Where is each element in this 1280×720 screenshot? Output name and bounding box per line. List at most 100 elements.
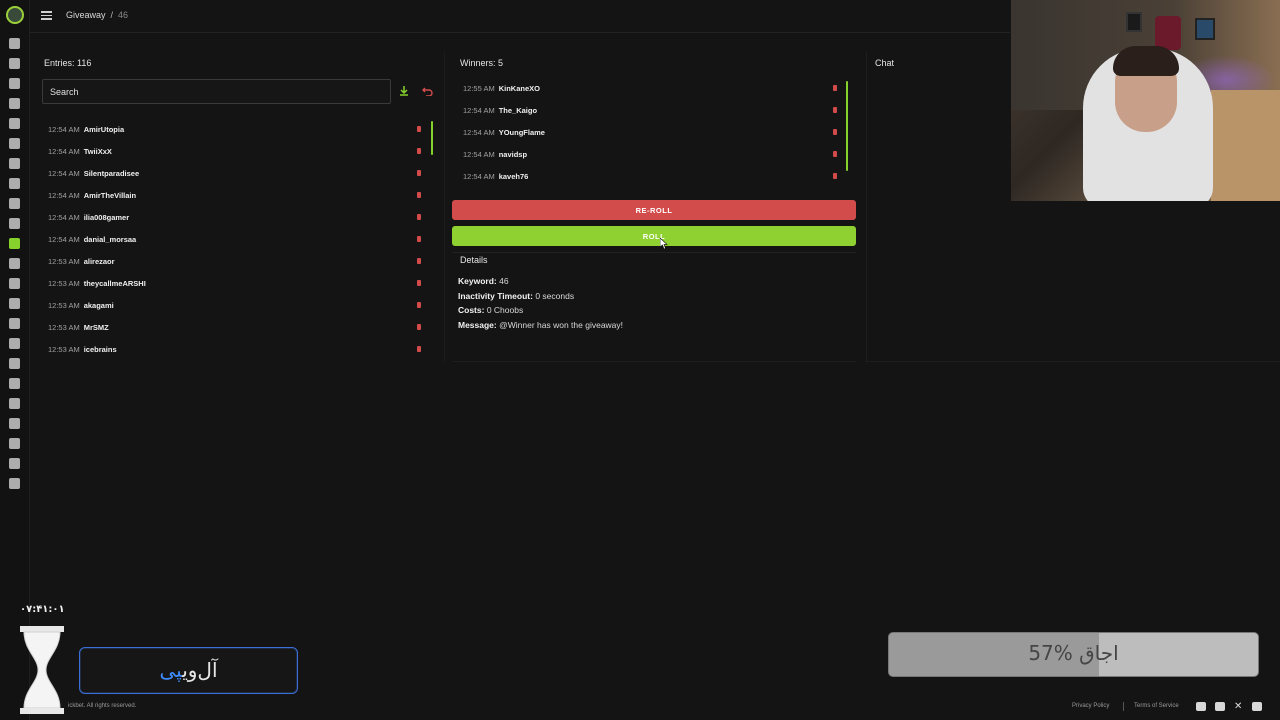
winner-time: 12:54 AM [463, 171, 495, 181]
detail-costs-label: Costs: [458, 305, 485, 315]
gift-icon[interactable] [9, 238, 20, 249]
detail-message: Message: @Winner has won the giveaway! [458, 320, 623, 330]
entries-list: 12:54 AM AmirUtopia 12:54 AM TwiiXxX 12:54… [48, 118, 428, 360]
emoji-icon[interactable] [9, 358, 20, 369]
delete-icon[interactable] [833, 107, 837, 113]
hourglass-icon [20, 626, 64, 714]
delete-icon[interactable] [417, 192, 421, 198]
list-item: 12:53 AM alirezaor [48, 250, 428, 272]
monitor-icon[interactable] [9, 418, 20, 429]
search-icon[interactable] [9, 438, 20, 449]
breadcrumb: Giveaway / 46 [66, 10, 128, 20]
app-logo-icon[interactable] [6, 6, 24, 24]
terms-link[interactable]: Terms of Service [1134, 703, 1179, 709]
x-icon[interactable]: ✕ [1234, 702, 1244, 712]
entry-time: 12:53 AM [48, 300, 80, 310]
entry-time: 12:54 AM [48, 168, 80, 178]
list-item: 12:54 AM Silentparadisee [48, 162, 428, 184]
box-icon[interactable] [9, 338, 20, 349]
winner-time: 12:54 AM [463, 149, 495, 159]
delete-icon[interactable] [833, 173, 837, 179]
entry-time: 12:54 AM [48, 124, 80, 134]
delete-icon[interactable] [417, 346, 421, 352]
star-icon[interactable] [9, 218, 20, 229]
undo-icon[interactable] [422, 86, 433, 96]
stats-icon[interactable] [9, 298, 20, 309]
detail-keyword-label: Keyword: [458, 276, 497, 286]
delete-icon[interactable] [833, 129, 837, 135]
document-icon[interactable] [9, 58, 20, 69]
entry-name: danial_morsaa [83, 234, 137, 244]
detail-costs: Costs: 0 Choobs [458, 305, 523, 315]
clock-icon[interactable] [9, 138, 20, 149]
detail-costs-value: 0 Choobs [484, 305, 524, 315]
delete-icon[interactable] [417, 148, 421, 154]
download-icon[interactable] [399, 86, 409, 96]
stream-timer: ۰۷:۴۱:۰۱ [20, 604, 65, 615]
winner-name: The_Kaigo [498, 105, 538, 115]
list-item: 12:54 AM ilia008gamer [48, 206, 428, 228]
delete-icon[interactable] [417, 302, 421, 308]
panel-divider [444, 52, 445, 362]
delete-icon[interactable] [417, 324, 421, 330]
delete-icon[interactable] [417, 126, 421, 132]
brand-text: آل‌ویپی [79, 658, 298, 682]
chat-bubble-icon[interactable] [9, 118, 20, 129]
delete-icon[interactable] [417, 258, 421, 264]
delete-icon[interactable] [417, 236, 421, 242]
dashboard-icon[interactable] [9, 38, 20, 49]
entries-scrollbar[interactable] [431, 121, 433, 155]
list-item: 12:54 AM TwiiXxX [48, 140, 428, 162]
search-input[interactable] [42, 79, 391, 104]
detail-timeout-label: Inactivity Timeout: [458, 291, 533, 301]
document-icon[interactable] [1252, 702, 1262, 711]
detail-timeout: Inactivity Timeout: 0 seconds [458, 291, 574, 301]
cart-icon[interactable] [9, 258, 20, 269]
delete-icon[interactable] [417, 214, 421, 220]
list-item: 12:54 AM YOungFlame [463, 121, 843, 143]
mouse-cursor-icon [660, 238, 668, 249]
brush-icon[interactable] [9, 78, 20, 89]
entry-time: 12:53 AM [48, 322, 80, 332]
winner-name: YOungFlame [498, 127, 545, 137]
footer-separator [1123, 702, 1124, 711]
breadcrumb-section[interactable]: Giveaway [66, 10, 106, 20]
film-icon[interactable] [9, 378, 20, 389]
shield-icon[interactable] [9, 158, 20, 169]
camera-icon[interactable] [9, 318, 20, 329]
winners-title: Winners: 5 [460, 58, 504, 68]
hammer-icon[interactable] [9, 98, 20, 109]
message-icon[interactable] [9, 398, 20, 409]
menu-icon[interactable] [41, 11, 52, 20]
list-item: 12:54 AM navidsp [463, 143, 843, 165]
entry-name: icebrains [83, 344, 117, 354]
music-icon[interactable] [9, 198, 20, 209]
winners-list: 12:55 AM KinKaneXO 12:54 AM The_Kaigo 12:5… [463, 77, 843, 187]
detail-message-value: @Winner has won the giveaway! [496, 320, 624, 330]
reroll-button[interactable]: RE-ROLL [452, 200, 856, 220]
delete-icon[interactable] [833, 151, 837, 157]
list-item: 12:53 AM icebrains [48, 338, 428, 360]
delete-icon[interactable] [417, 280, 421, 286]
detail-message-label: Message: [458, 320, 497, 330]
winners-scrollbar[interactable] [846, 81, 848, 171]
entry-name: AmirTheVillain [83, 190, 137, 200]
card-icon[interactable] [9, 478, 20, 489]
entry-time: 12:54 AM [48, 146, 80, 156]
kick-icon[interactable] [1215, 702, 1225, 711]
alert-icon[interactable] [9, 178, 20, 189]
delete-icon[interactable] [833, 85, 837, 91]
link-icon[interactable] [9, 278, 20, 289]
detail-timeout-value: 0 seconds [532, 291, 575, 301]
top-bar: Giveaway / 46 [30, 0, 1010, 33]
gamepad-icon[interactable] [9, 458, 20, 469]
goal-progress-label: 57% اجاق [1028, 641, 1119, 665]
privacy-link[interactable]: Privacy Policy [1072, 703, 1109, 709]
winner-time: 12:55 AM [463, 83, 495, 93]
discord-icon[interactable] [1196, 702, 1206, 711]
entry-name: ilia008gamer [83, 212, 130, 222]
delete-icon[interactable] [417, 170, 421, 176]
roll-button[interactable]: ROLL [452, 226, 856, 246]
breadcrumb-keyword: 46 [118, 10, 129, 20]
entry-time: 12:54 AM [48, 190, 80, 200]
